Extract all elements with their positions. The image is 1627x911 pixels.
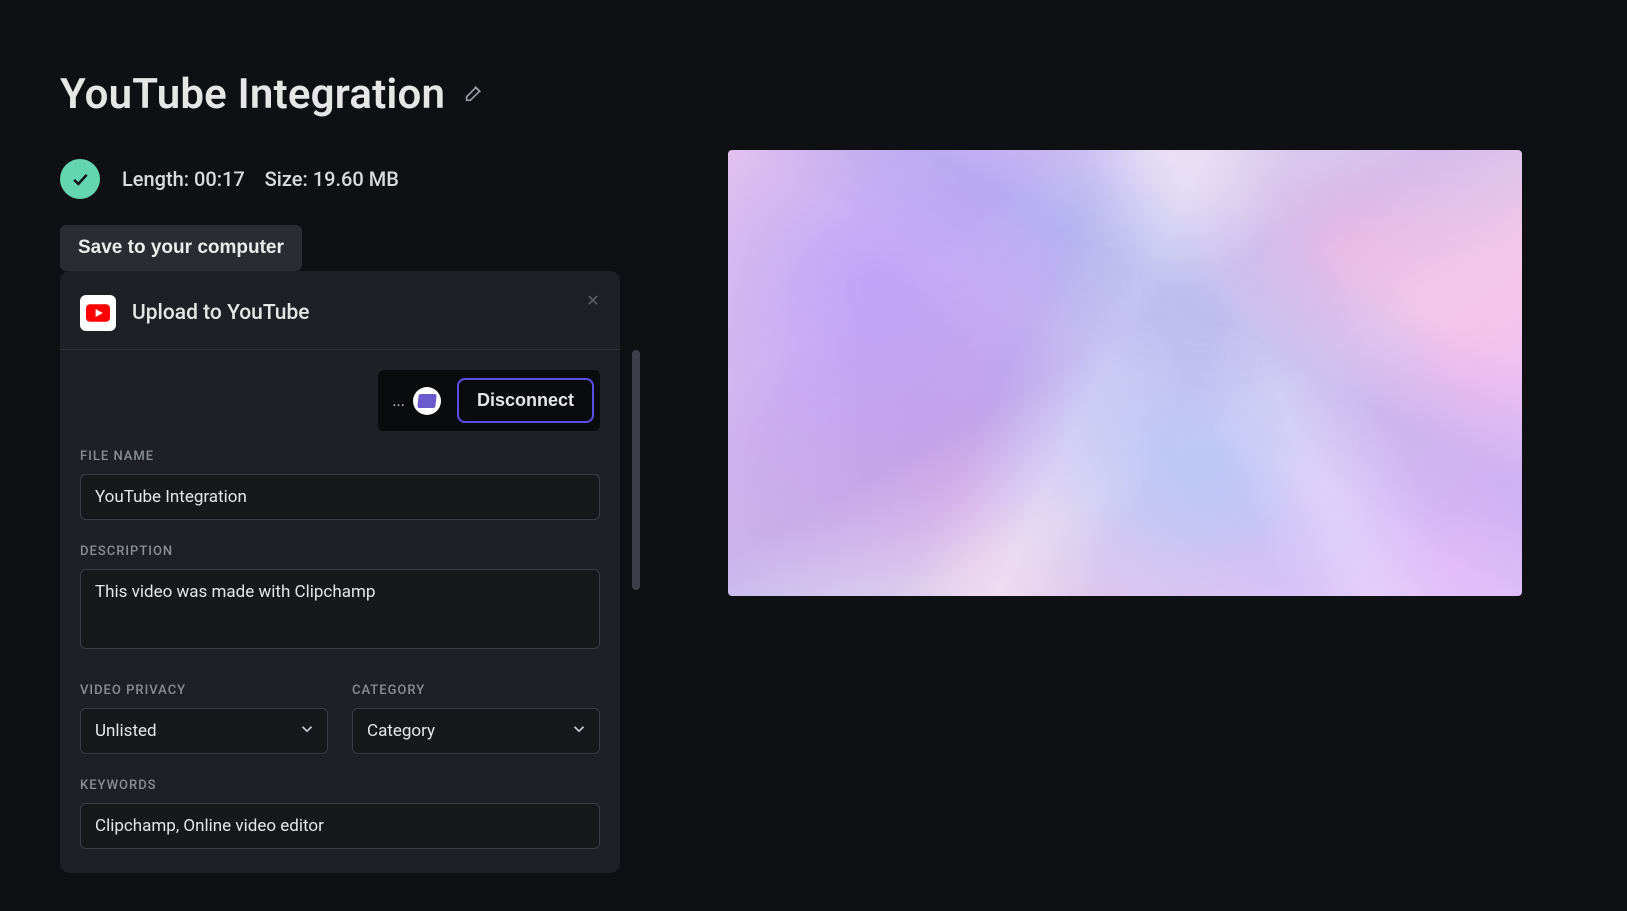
privacy-label: VIDEO PRIVACY bbox=[80, 683, 328, 698]
category-label: CATEGORY bbox=[352, 683, 600, 698]
account-avatar-icon bbox=[413, 387, 441, 415]
length-label: Length: bbox=[122, 167, 189, 191]
save-to-computer-button[interactable]: Save to your computer bbox=[60, 225, 302, 271]
privacy-select[interactable]: Unlisted bbox=[80, 708, 328, 754]
connected-account-pill: ... Disconnect bbox=[378, 370, 600, 431]
panel-scrollbar[interactable] bbox=[632, 350, 640, 590]
page-title: YouTube Integration bbox=[60, 70, 445, 119]
size-value: 19.60 MB bbox=[313, 167, 399, 191]
file-name-label: FILE NAME bbox=[80, 449, 600, 464]
export-complete-badge bbox=[60, 159, 100, 199]
close-icon[interactable]: ✕ bbox=[582, 289, 604, 311]
upload-panel-title: Upload to YouTube bbox=[132, 301, 310, 325]
keywords-input[interactable] bbox=[80, 803, 600, 849]
category-select[interactable]: Category bbox=[352, 708, 600, 754]
keywords-label: KEYWORDS bbox=[80, 778, 600, 793]
description-label: DESCRIPTION bbox=[80, 544, 600, 559]
account-name-truncated: ... bbox=[392, 391, 407, 410]
description-input[interactable] bbox=[80, 569, 600, 649]
video-preview-thumbnail[interactable] bbox=[728, 150, 1522, 596]
file-name-input[interactable] bbox=[80, 474, 600, 520]
size-label: Size: bbox=[265, 167, 308, 191]
edit-title-icon[interactable] bbox=[463, 82, 485, 108]
upload-youtube-panel: Upload to YouTube ✕ ... Disconnect FILE … bbox=[60, 271, 620, 873]
disconnect-button[interactable]: Disconnect bbox=[457, 378, 594, 423]
export-status-text: Length: 00:17 Size: 19.60 MB bbox=[122, 167, 399, 191]
length-value: 00:17 bbox=[194, 167, 245, 191]
youtube-icon bbox=[80, 295, 116, 331]
